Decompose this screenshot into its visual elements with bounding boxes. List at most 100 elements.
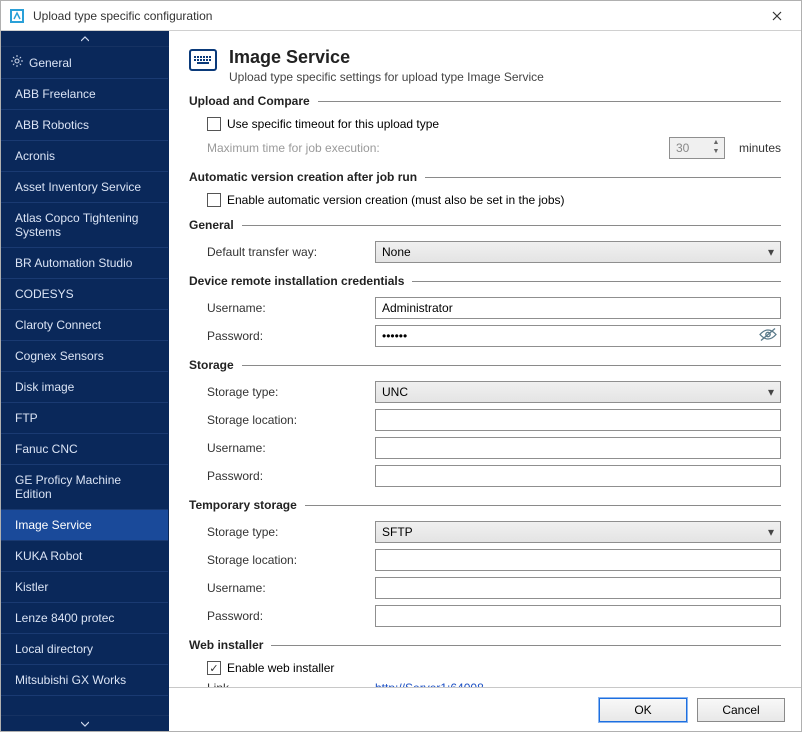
sidebar-scroll-down[interactable]	[1, 715, 169, 731]
titlebar: Upload type specific configuration	[1, 1, 801, 31]
temp-storage-type-label: Storage type:	[207, 525, 367, 539]
sidebar-item-image-service[interactable]: Image Service	[1, 510, 168, 541]
section-auto-version: Automatic version creation after job run…	[189, 170, 781, 210]
chevron-up-icon	[81, 36, 89, 42]
temp-storage-username-input[interactable]	[375, 577, 781, 599]
sidebar-item-general[interactable]: General	[1, 47, 168, 79]
sidebar-item[interactable]: ABB Freelance	[1, 79, 168, 110]
sidebar-item[interactable]: FTP	[1, 403, 168, 434]
sidebar-items: General ABB Freelance ABB Robotics Acron…	[1, 47, 169, 715]
sidebar-item-label: KUKA Robot	[15, 549, 82, 563]
section-legend: Web installer	[189, 638, 263, 652]
sidebar-item[interactable]: Claroty Connect	[1, 310, 168, 341]
temp-storage-password-input[interactable]	[375, 605, 781, 627]
spinner-down-icon[interactable]: ▼	[708, 147, 724, 156]
eye-off-icon[interactable]	[759, 328, 777, 345]
sidebar-item[interactable]: Asset Inventory Service	[1, 172, 168, 203]
sidebar-item-label: GE Proficy Machine Edition	[15, 473, 158, 501]
timeout-unit: minutes	[739, 141, 781, 155]
footer: OK Cancel	[169, 687, 801, 731]
sidebar-item[interactable]: CODESYS	[1, 279, 168, 310]
sidebar-item[interactable]: ABB Robotics	[1, 110, 168, 141]
section-storage: Storage Storage type: UNC▾ Storage locat…	[189, 358, 781, 490]
sidebar-item[interactable]: Disk image	[1, 372, 168, 403]
sidebar-item-label: Fanuc CNC	[15, 442, 78, 456]
username-label: Username:	[207, 301, 367, 315]
body: General ABB Freelance ABB Robotics Acron…	[1, 31, 801, 731]
temp-storage-username-label: Username:	[207, 581, 367, 595]
keyboard-icon	[189, 49, 217, 71]
sidebar-item[interactable]: BR Automation Studio	[1, 248, 168, 279]
sidebar-item-label: Disk image	[15, 380, 74, 394]
checkbox-checked-icon: ✓	[207, 661, 221, 675]
sidebar-item-label: ABB Freelance	[15, 87, 96, 101]
sidebar-item[interactable]: Lenze 8400 protec	[1, 603, 168, 634]
storage-location-input[interactable]	[375, 409, 781, 431]
sidebar-item[interactable]: KUKA Robot	[1, 541, 168, 572]
spinner-up-icon[interactable]: ▲	[708, 138, 724, 147]
page-subtitle: Upload type specific settings for upload…	[229, 70, 544, 84]
sidebar-item-label: Image Service	[15, 518, 92, 532]
sidebar-item[interactable]: Mitsubishi GX Works	[1, 665, 168, 696]
use-specific-timeout-checkbox[interactable]: Use specific timeout for this upload typ…	[207, 117, 439, 131]
section-temp-storage: Temporary storage Storage type: SFTP▾ St…	[189, 498, 781, 630]
chevron-down-icon	[81, 721, 89, 727]
chevron-down-icon: ▾	[762, 245, 774, 259]
timeout-label: Maximum time for job execution:	[207, 141, 661, 155]
storage-username-input[interactable]	[375, 437, 781, 459]
section-credentials: Device remote installation credentials U…	[189, 274, 781, 350]
temp-storage-location-input[interactable]	[375, 549, 781, 571]
select-value: SFTP	[382, 525, 413, 539]
storage-password-input[interactable]	[375, 465, 781, 487]
sidebar-item-label: Mitsubishi GX Works	[15, 673, 126, 687]
sidebar-item[interactable]: Cognex Sensors	[1, 341, 168, 372]
checkbox-icon	[207, 193, 221, 207]
section-legend: Device remote installation credentials	[189, 274, 404, 288]
username-input[interactable]	[375, 297, 781, 319]
storage-location-label: Storage location:	[207, 413, 367, 427]
gear-icon	[11, 55, 23, 70]
section-legend: Storage	[189, 358, 234, 372]
sidebar-item[interactable]: Kistler	[1, 572, 168, 603]
temp-storage-type-select[interactable]: SFTP ▾	[375, 521, 781, 543]
storage-type-select[interactable]: UNC ▾	[375, 381, 781, 403]
page-title: Image Service	[229, 47, 544, 68]
sidebar-item[interactable]: Atlas Copco Tightening Systems	[1, 203, 168, 248]
close-icon	[772, 11, 782, 21]
checkbox-icon	[207, 117, 221, 131]
sidebar-item-label: Cognex Sensors	[15, 349, 104, 363]
checkbox-label: Use specific timeout for this upload typ…	[227, 117, 439, 131]
sidebar-item-label: Claroty Connect	[15, 318, 101, 332]
sidebar-item-label: Lenze 8400 protec	[15, 611, 114, 625]
ok-button[interactable]: OK	[599, 698, 687, 722]
sidebar-item-label: FTP	[15, 411, 38, 425]
page-header: Image Service Upload type specific setti…	[189, 47, 781, 84]
section-web-installer: Web installer ✓ Enable web installer Lin…	[189, 638, 781, 687]
select-value: None	[382, 245, 411, 259]
chevron-down-icon: ▾	[762, 385, 774, 399]
transfer-way-label: Default transfer way:	[207, 245, 367, 259]
sidebar: General ABB Freelance ABB Robotics Acron…	[1, 31, 169, 731]
window: Upload type specific configuration Gener…	[0, 0, 802, 732]
close-button[interactable]	[757, 2, 797, 30]
sidebar-item-label: ABB Robotics	[15, 118, 89, 132]
password-input[interactable]	[375, 325, 781, 347]
sidebar-item[interactable]: Local directory	[1, 634, 168, 665]
sidebar-item[interactable]: Acronis	[1, 141, 168, 172]
sidebar-item[interactable]: Fanuc CNC	[1, 434, 168, 465]
enable-web-installer-checkbox[interactable]: ✓ Enable web installer	[207, 661, 334, 675]
storage-password-label: Password:	[207, 469, 367, 483]
cancel-button[interactable]: Cancel	[697, 698, 785, 722]
sidebar-item[interactable]: GE Proficy Machine Edition	[1, 465, 168, 510]
sidebar-scroll-up[interactable]	[1, 31, 169, 47]
enable-auto-version-checkbox[interactable]: Enable automatic version creation (must …	[207, 193, 565, 207]
chevron-down-icon: ▾	[762, 525, 774, 539]
sidebar-item-label: Acronis	[15, 149, 55, 163]
password-label: Password:	[207, 329, 367, 343]
checkbox-label: Enable automatic version creation (must …	[227, 193, 565, 207]
transfer-way-select[interactable]: None ▾	[375, 241, 781, 263]
timeout-stepper[interactable]: 30 ▲▼	[669, 137, 725, 159]
select-value: UNC	[382, 385, 408, 399]
section-legend: General	[189, 218, 234, 232]
app-icon	[9, 8, 25, 24]
